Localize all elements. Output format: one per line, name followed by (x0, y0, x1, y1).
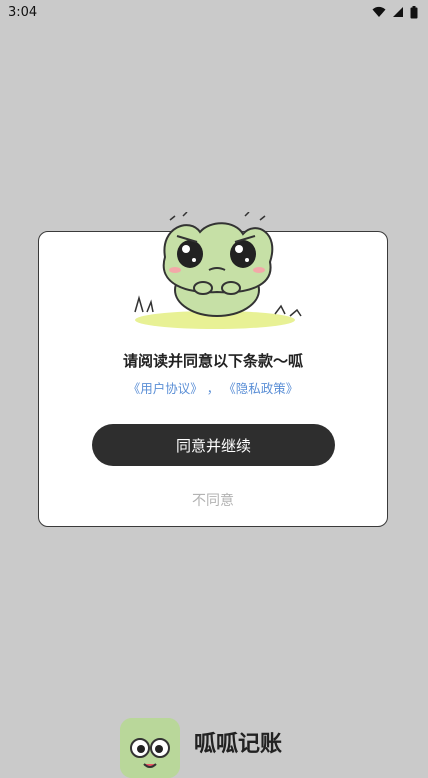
status-bar: 3:04 (0, 0, 428, 24)
disagree-button[interactable]: 不同意 (38, 490, 388, 510)
signal-icon (393, 7, 403, 17)
app-name: 呱呱记账 (194, 732, 283, 757)
dialog-title: 请阅读并同意以下条款～呱 (122, 352, 303, 370)
status-icons (372, 5, 418, 19)
status-time: 3:04 (8, 4, 38, 20)
battery-icon (410, 5, 418, 18)
wifi-icon (372, 6, 386, 17)
privacy-policy-link[interactable]: 《隐私政策》 (223, 381, 298, 396)
links-separator: ， (206, 381, 220, 396)
agree-continue-button[interactable]: 同意并继续 (92, 424, 335, 466)
frog-mascot-icon (125, 211, 305, 337)
app-brand: 呱呱记账 (120, 718, 282, 778)
agreement-links: 《用户协议》 ， 《隐私政策》 (38, 378, 388, 397)
app-logo-icon (120, 718, 180, 778)
user-agreement-link[interactable]: 《用户协议》 (128, 381, 203, 396)
